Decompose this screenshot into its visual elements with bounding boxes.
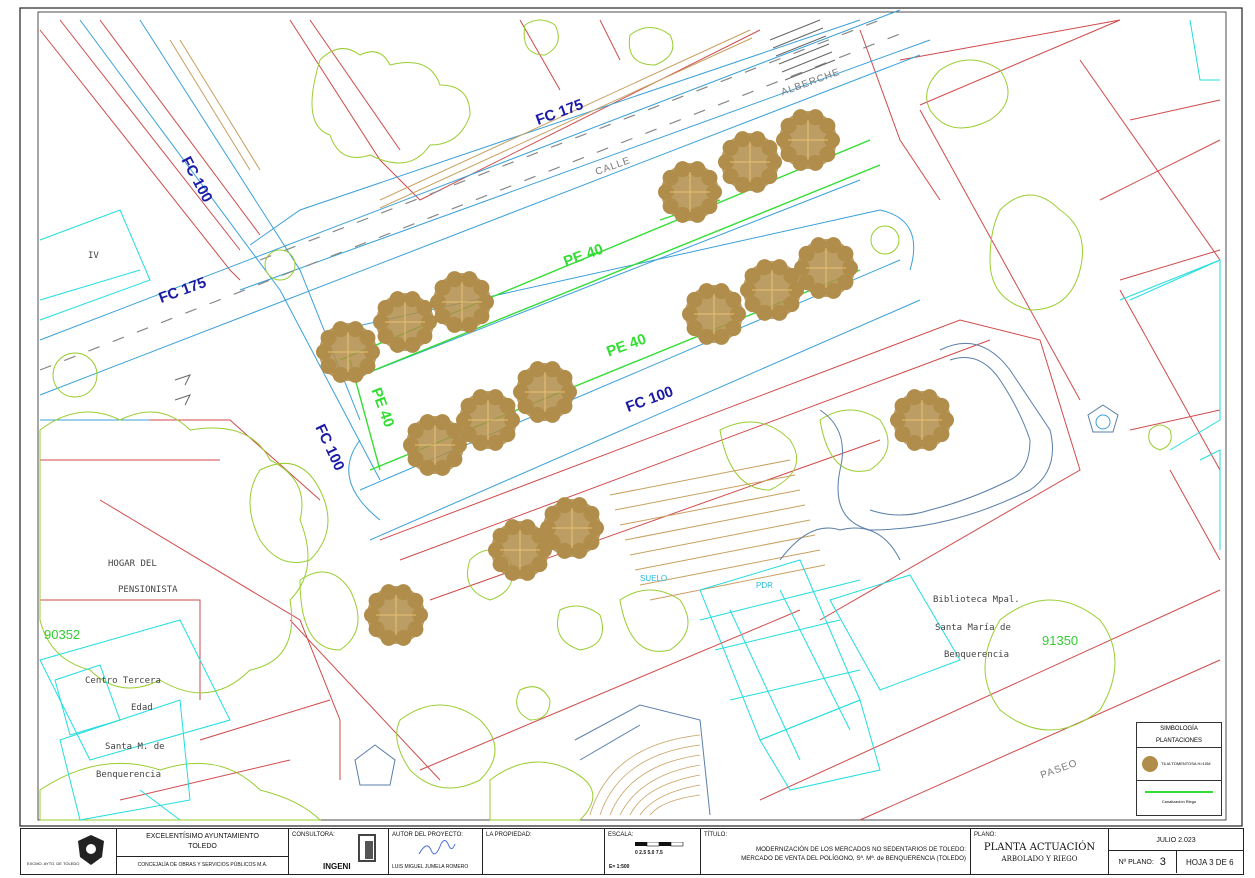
building-label-benquerencia-right: Benquerencia xyxy=(944,650,1010,660)
scale-ticks: 0 2.5 5.0 7.5 xyxy=(635,850,663,856)
logo-caption: EXCMO. AYTO. DE TOLEDO xyxy=(27,861,80,866)
legend-line-row: Canalización Riego xyxy=(1137,781,1221,811)
plan-cell: PLANO: PLANTA ACTUACIÓN ARBOLADO Y RIEGO xyxy=(971,829,1109,874)
building-label-benquerencia-left: Benquerencia xyxy=(96,770,162,780)
sheet-info-cell: JULIO 2.023 Nº PLANO: 3 HOJA 3 DE 6 xyxy=(1109,829,1243,874)
tree-marker xyxy=(430,271,494,333)
consultant-name: INGENI xyxy=(323,862,351,871)
title-block: EXCMO. AYTO. DE TOLEDO EXCELENTÍSIMO AYU… xyxy=(20,828,1244,875)
consultant-logo-icon xyxy=(358,834,376,862)
project-title-line-2: MERCADO DE VENTA DEL POLÍGONO, Sª. Mª. d… xyxy=(741,855,966,863)
building-label-santa-m: Santa M. de xyxy=(105,742,165,752)
scale-value: E= 1:500 xyxy=(609,864,630,870)
legend-title: SIMBOLOGÍA xyxy=(1160,726,1198,732)
plan-number-label: Nº PLANO: xyxy=(1118,858,1154,866)
tree-marker xyxy=(513,361,577,423)
plan-label: PLANO: xyxy=(974,832,997,838)
tree-symbol-icon xyxy=(1142,756,1158,772)
organization-department: CONCEJALÍA DE OBRAS Y SERVICIOS PÚBLICOS… xyxy=(137,862,268,868)
logo-cell: EXCMO. AYTO. DE TOLEDO xyxy=(21,829,117,874)
tree-marker xyxy=(373,291,437,353)
tree-marker xyxy=(682,283,746,345)
legend-box: SIMBOLOGÍA PLANTACIONES TILIA TOMENTOSA … xyxy=(1136,722,1222,816)
author-cell: AUTOR DEL PROYECTO: LUIS MIGUEL JUMELA R… xyxy=(389,829,483,874)
tree-marker xyxy=(658,161,722,223)
zone-label-iv: IV xyxy=(88,251,99,261)
legend-header: SIMBOLOGÍA PLANTACIONES xyxy=(1137,723,1221,748)
building-label-biblioteca: Biblioteca Mpal. xyxy=(933,595,1020,605)
consultant-label: CONSULTORA: xyxy=(292,832,335,838)
building-label-centro: Centro Tercera xyxy=(85,676,161,686)
title-cell: TÍTULO: MODERNIZACIÓN DE LOS MERCADOS NO… xyxy=(701,829,971,874)
site-plan-map xyxy=(19,7,1243,827)
surface-label-pdr: PDR xyxy=(756,581,773,590)
building-label-edad: Edad xyxy=(131,703,153,713)
tree-marker xyxy=(364,584,428,646)
road-arrows xyxy=(174,374,191,406)
legend-tree-row: TILIA TOMENTOSA H>10M xyxy=(1137,748,1221,781)
plan-number-value: 3 xyxy=(1159,856,1166,868)
project-title-line-1: MODERNIZACIÓN DE LOS MERCADOS NO SEDENTA… xyxy=(755,846,966,853)
legend-tree-label: TILIA TOMENTOSA H>10M xyxy=(1161,761,1211,766)
tree-markers xyxy=(316,109,954,646)
map-inner-frame xyxy=(37,11,1227,821)
tree-marker xyxy=(718,131,782,193)
garden-path xyxy=(779,342,1053,561)
title-label: TÍTULO: xyxy=(704,832,728,838)
irrigation-line-symbol-icon xyxy=(1145,791,1213,793)
building-label-pensionista: PENSIONISTA xyxy=(118,585,178,595)
surface-label-suelo: SUELO xyxy=(640,574,668,583)
building-label-hogar: HOGAR DEL xyxy=(108,559,157,569)
property-cell: LA PROPIEDAD: xyxy=(483,829,605,874)
plan-date: JULIO 2.023 xyxy=(1109,829,1243,851)
scale-label: ESCALA: xyxy=(608,832,634,838)
consultant-cell: CONSULTORA: INGENI xyxy=(289,829,389,874)
tree-marker xyxy=(776,109,840,171)
scale-cell: ESCALA: 0 2.5 5.0 7.5 E= 1:500 xyxy=(605,829,701,874)
plan-title-line-2: ARBOLADO Y RIEGO xyxy=(1001,855,1078,863)
sheet-number: HOJA 3 DE 6 xyxy=(1185,857,1234,867)
author-name: LUIS MIGUEL JUMELA ROMERO xyxy=(392,864,469,870)
parcel-number-right: 91350 xyxy=(1042,633,1079,648)
tree-marker xyxy=(316,321,380,383)
map-frame xyxy=(19,7,1243,827)
organization-city: TOLEDO xyxy=(188,843,217,850)
author-label: AUTOR DEL PROYECTO: xyxy=(392,832,463,838)
legend-subtitle: PLANTACIONES xyxy=(1156,738,1202,744)
scale-bar xyxy=(635,842,684,847)
tree-marker xyxy=(890,389,954,451)
legend-line-label: Canalización Riego xyxy=(1161,799,1197,804)
organization-cell: EXCELENTÍSIMO AYUNTAMIENTO TOLEDO CONCEJ… xyxy=(117,829,289,874)
building-label-santa-maria: Santa María de xyxy=(935,623,1011,633)
parcel-number-left: 90352 xyxy=(44,627,81,642)
plan-title-line-1: PLANTA ACTUACIÓN xyxy=(983,842,1096,853)
signature-icon xyxy=(418,840,456,855)
organization-name: EXCELENTÍSIMO AYUNTAMIENTO xyxy=(146,833,259,840)
amphitheatre xyxy=(589,734,701,816)
property-label: LA PROPIEDAD: xyxy=(486,832,532,838)
